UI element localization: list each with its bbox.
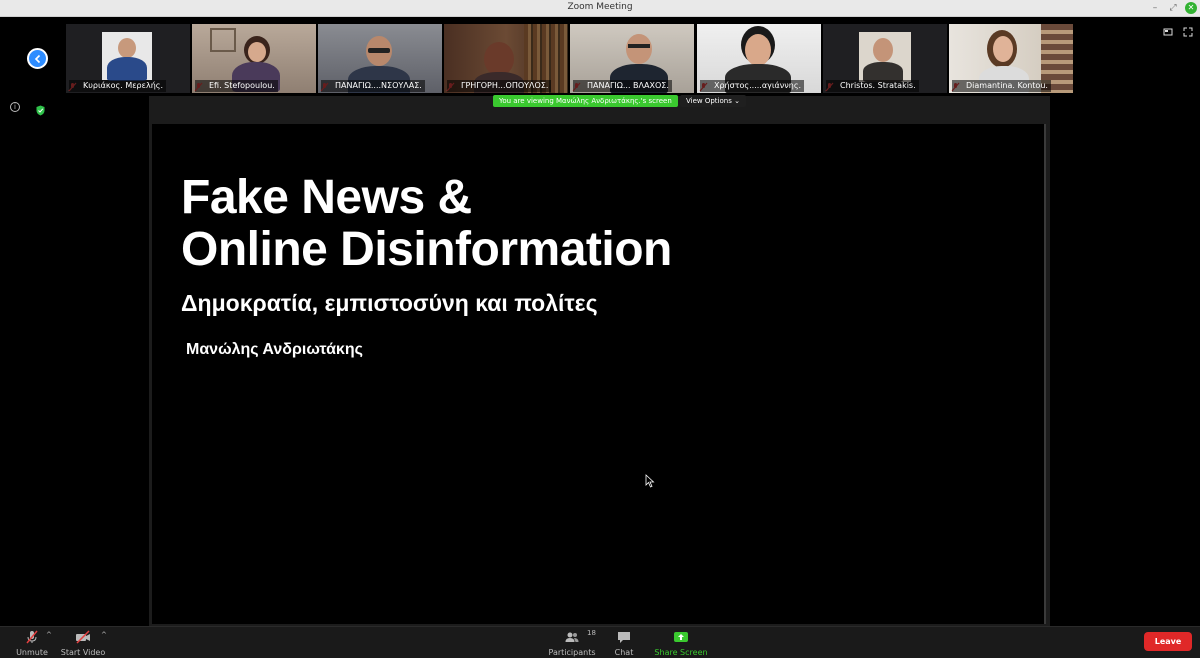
participant-thumbnail[interactable]: Κυριάκος. Μερελής. <box>66 24 190 93</box>
slide-title-line-2: Online Disinformation <box>181 223 672 276</box>
participant-thumbnail[interactable]: ΓΡΗΓΟΡΗ...ΟΠΟΥΛΟΣ. <box>444 24 568 93</box>
mouse-cursor-icon <box>645 474 655 488</box>
participant-thumbnail[interactable]: Christos. Stratakis. <box>823 24 947 93</box>
slide-title: Fake News & Online Disinformation <box>181 172 672 276</box>
slide-author: Μανώλης Ανδριωτάκης <box>186 341 363 358</box>
participant-name: Χρήστος.....αγιάννης. <box>700 80 805 92</box>
participant-name: Efi. Stefopoulou. <box>195 80 278 92</box>
back-arrow-icon[interactable] <box>27 48 48 69</box>
fullscreen-icon[interactable] <box>1183 22 1193 37</box>
participant-thumbnail[interactable]: ΠΑΝΑΓΙΩ... ΒΛΑΧΟΣ. <box>570 24 694 93</box>
participant-name: ΓΡΗΓΟΡΗ...ΟΠΟΥΛΟΣ. <box>447 80 552 92</box>
participant-thumbnail[interactable]: Diamantina. Kontou. <box>949 24 1073 93</box>
window-title: Zoom Meeting <box>567 2 633 12</box>
participant-name: Christos. Stratakis. <box>826 80 919 92</box>
participant-name: Κυριάκος. Μερελής. <box>69 80 166 92</box>
video-options-chevron-icon[interactable]: ^ <box>101 631 107 639</box>
participant-thumbnail[interactable]: Efi. Stefopoulou. <box>192 24 316 93</box>
start-video-button[interactable]: Start Video <box>60 629 106 657</box>
slide-subtitle: Δημοκρατία, εμπιστοσύνη και πολίτες <box>181 290 598 316</box>
chat-icon <box>610 629 638 645</box>
share-screen-button[interactable]: Share Screen <box>652 629 710 657</box>
chat-button[interactable]: Chat <box>610 629 638 657</box>
participants-count: 18 <box>587 629 596 637</box>
meeting-toolbar: Unmute ^ Start Video ^ Participants 18 C… <box>0 626 1200 658</box>
participant-thumbnail[interactable]: Χρήστος.....αγιάννης. <box>697 24 821 93</box>
participant-thumbnail[interactable]: ΠΑΝΑΓΙΩ....ΝΣΟΥΛΑΣ. <box>318 24 442 93</box>
presentation-slide: Fake News & Online Disinformation Δημοκρ… <box>152 124 1046 624</box>
share-screen-icon <box>652 629 710 645</box>
start-video-label: Start Video <box>60 648 106 657</box>
slide-title-line-1: Fake News & <box>181 171 472 224</box>
close-button[interactable]: ✕ <box>1185 2 1197 14</box>
info-icon[interactable]: i <box>10 102 20 112</box>
share-screen-label: Share Screen <box>654 648 708 657</box>
window-titlebar: Zoom Meeting – ⤢ ✕ <box>0 0 1200 17</box>
speaker-view-icon[interactable] <box>1163 22 1173 36</box>
view-options-button[interactable]: View Options ⌄ <box>680 95 746 107</box>
participant-name: Diamantina. Kontou. <box>952 80 1051 92</box>
mic-muted-icon <box>14 629 50 645</box>
minimize-button[interactable]: – <box>1149 2 1161 14</box>
participant-name: ΠΑΝΑΓΙΩ....ΝΣΟΥΛΑΣ. <box>321 80 425 92</box>
leave-meeting-button[interactable]: Leave <box>1144 632 1192 651</box>
view-options-label: View Options <box>686 97 732 105</box>
maximize-button[interactable]: ⤢ <box>1167 2 1179 14</box>
chevron-down-icon: ⌄ <box>734 97 740 105</box>
participants-label: Participants <box>548 648 596 657</box>
encryption-shield-icon[interactable] <box>36 101 45 120</box>
video-off-icon <box>60 629 106 645</box>
unmute-button[interactable]: Unmute <box>14 629 50 657</box>
participant-name: ΠΑΝΑΓΙΩ... ΒΛΑΧΟΣ. <box>573 80 672 92</box>
unmute-label: Unmute <box>16 648 48 657</box>
viewing-screen-banner: You are viewing Μανώλης Ανδριωτάκης.'s s… <box>493 95 678 107</box>
audio-options-chevron-icon[interactable]: ^ <box>46 631 52 639</box>
chat-label: Chat <box>614 648 634 657</box>
